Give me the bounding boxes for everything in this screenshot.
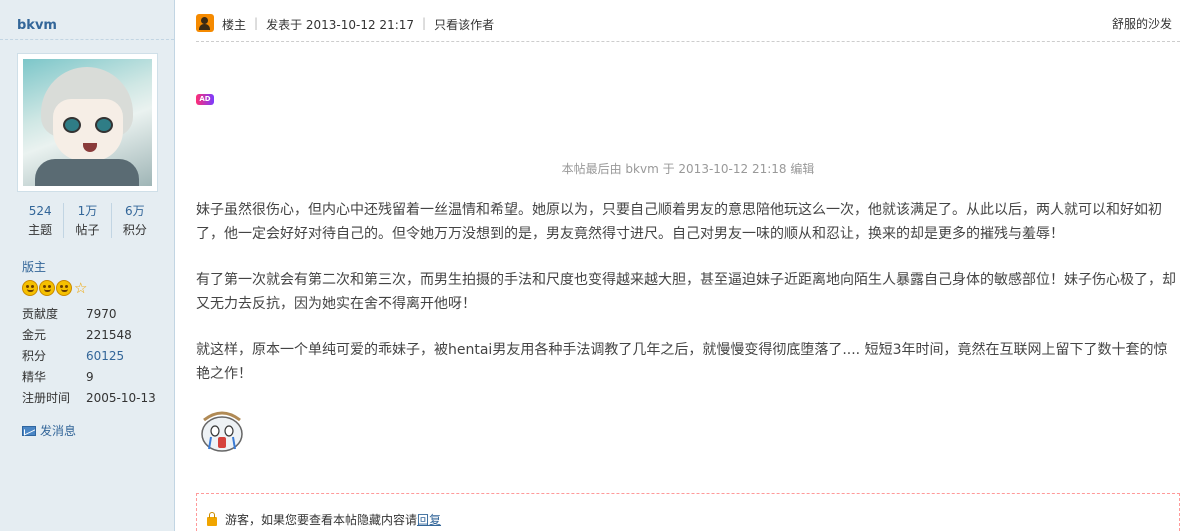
post-paragraph: 妹子虽然很伤心，但内心中还残留着一丝温情和希望。她原以为，只要自己顺着男友的意思… bbox=[196, 202, 1162, 242]
profile-key: 贡献度 bbox=[22, 307, 59, 321]
edit-note: 本帖最后由 bkvm 于 2013-10-12 21:18 编辑 bbox=[561, 162, 815, 176]
profile-value: 2005-10-13 bbox=[86, 390, 156, 405]
send-message-label[interactable]: 发消息 bbox=[40, 422, 76, 439]
stat-points[interactable]: 6万 积分 bbox=[112, 203, 158, 238]
floor-label: 舒服的沙发 bbox=[1111, 17, 1172, 31]
stat-number[interactable]: 6万 bbox=[112, 203, 158, 219]
hidden-content-text: 游客，如果您要查看本帖隐藏内容请 bbox=[225, 513, 418, 527]
envelope-icon bbox=[22, 425, 36, 436]
author-sidebar: bkvm 524 主题 1万 帖子 6万 积分 版主 ☆ 贡献度 7970 金元… bbox=[0, 0, 175, 531]
avatar-eye bbox=[95, 117, 113, 133]
divider: | bbox=[254, 16, 259, 30]
profile-row: 金元 221548 bbox=[22, 324, 156, 345]
profile-value: 9 bbox=[86, 369, 94, 384]
stat-number[interactable]: 1万 bbox=[64, 203, 110, 219]
profile-key: 注册时间 bbox=[22, 391, 71, 405]
profile-key: 金元 bbox=[22, 328, 47, 342]
avatar-eye bbox=[63, 117, 81, 133]
stat-label: 积分 bbox=[122, 223, 147, 237]
profile-row: 注册时间 2005-10-13 bbox=[22, 387, 156, 408]
post-main: 楼主 | 发表于 2013-10-12 21:17 | 只看该作者 舒服的沙发 … bbox=[176, 0, 1200, 531]
hidden-content-notice: 游客，如果您要查看本帖隐藏内容请 回复 bbox=[196, 493, 1180, 531]
author-name-link[interactable]: bkvm bbox=[17, 18, 57, 33]
stat-label: 主题 bbox=[28, 223, 53, 237]
profile-row: 积分 60125 bbox=[22, 345, 156, 366]
username-bar: bkvm bbox=[0, 0, 174, 40]
avatar[interactable] bbox=[17, 53, 158, 192]
thread-starter-label: 楼主 bbox=[222, 18, 247, 32]
profile-value[interactable]: 60125 bbox=[86, 349, 124, 363]
profile-key: 精华 bbox=[22, 370, 47, 384]
stat-number[interactable]: 524 bbox=[17, 203, 63, 219]
thread-starter-icon bbox=[196, 14, 214, 32]
rank-icons: ☆ bbox=[22, 280, 87, 296]
profile-key: 积分 bbox=[22, 349, 47, 363]
profile-row: 贡献度 7970 bbox=[22, 303, 156, 324]
profile-row: 精华 9 bbox=[22, 366, 156, 387]
profile-value: 221548 bbox=[86, 327, 132, 342]
smile-icon bbox=[56, 280, 72, 296]
stat-posts[interactable]: 1万 帖子 bbox=[64, 203, 112, 238]
rank-title[interactable]: 版主 bbox=[22, 258, 46, 275]
send-message-button[interactable]: 发消息 bbox=[22, 422, 76, 439]
post-paragraph: 有了第一次就会有第二次和第三次，而男生拍摄的手法和尺度也变得越来越大胆，甚至逼迫… bbox=[196, 272, 1176, 312]
post-body: 妹子虽然很伤心，但内心中还残留着一丝温情和希望。她原以为，只要自己顺着男友的意思… bbox=[196, 198, 1180, 408]
ad-badge[interactable]: AD bbox=[196, 94, 214, 105]
author-profile: 贡献度 7970 金元 221548 积分 60125 精华 9 注册时间 20… bbox=[22, 303, 156, 408]
avatar-dress bbox=[35, 159, 139, 186]
profile-value: 7970 bbox=[86, 306, 117, 321]
author-only-link[interactable]: 只看该作者 bbox=[434, 16, 494, 33]
stat-label: 帖子 bbox=[75, 223, 100, 237]
post-timestamp: 发表于 2013-10-12 21:17 bbox=[266, 18, 415, 32]
avatar-image[interactable] bbox=[23, 59, 152, 186]
reply-link[interactable]: 回复 bbox=[417, 511, 441, 528]
author-stats: 524 主题 1万 帖子 6万 积分 bbox=[17, 203, 158, 238]
crying-emoticon bbox=[201, 411, 243, 452]
lock-icon bbox=[207, 511, 217, 526]
star-icon: ☆ bbox=[74, 279, 88, 297]
divider: | bbox=[422, 16, 427, 30]
smile-icon bbox=[22, 280, 38, 296]
post-header: 楼主 | 发表于 2013-10-12 21:17 | 只看该作者 舒服的沙发 bbox=[196, 10, 1180, 42]
post-paragraph: 就这样，原本一个单纯可爱的乖妹子，被hentai男友用各种手法调教了几年之后，就… bbox=[196, 342, 1168, 382]
stat-topics[interactable]: 524 主题 bbox=[17, 203, 65, 238]
smile-icon bbox=[39, 280, 55, 296]
